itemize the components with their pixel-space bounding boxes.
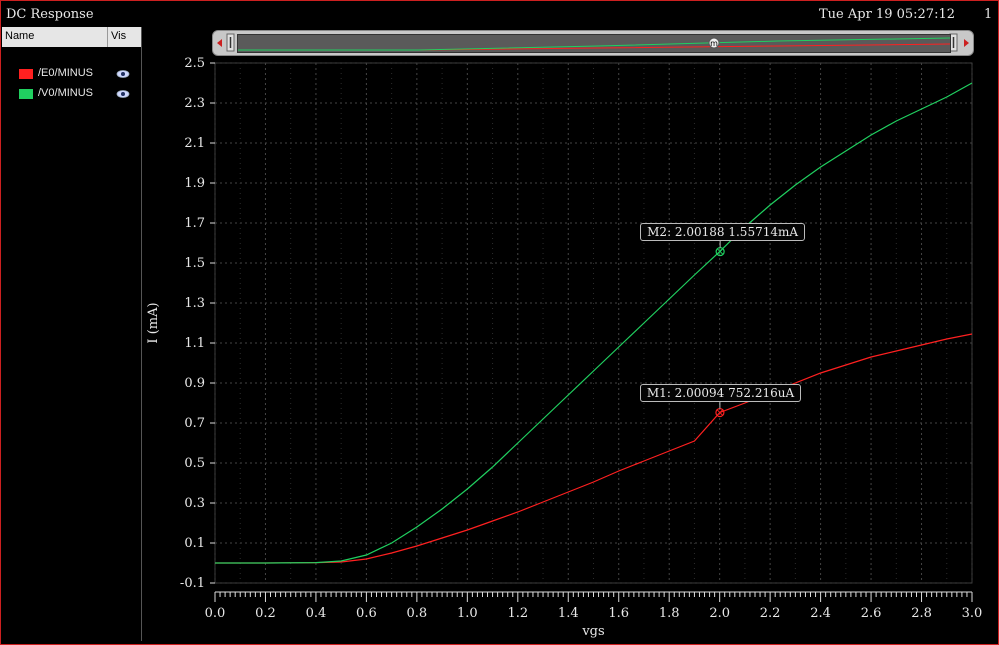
grid: [214, 62, 973, 584]
x-tick-label: 1.4: [558, 606, 579, 621]
y-tick-label: 1.1: [184, 336, 205, 351]
y-tick-label: 1.3: [184, 296, 205, 311]
y-tick-label: 0.7: [184, 416, 205, 431]
y-tick-label: 0.3: [184, 496, 205, 511]
x-axis-label: vgs: [581, 624, 604, 639]
y-tick-label: 1.9: [184, 176, 205, 191]
x-tick-label: 1.0: [457, 606, 478, 621]
y-tick-label: -0.1: [180, 576, 205, 591]
x-tick-label: 0.4: [306, 606, 327, 621]
x-tick-label: 2.8: [911, 606, 932, 621]
y-tick-label: 2.5: [184, 56, 205, 71]
x-tick-label: 2.2: [760, 606, 781, 621]
x-tick-label: 0.0: [205, 606, 226, 621]
y-tick-label: 0.5: [184, 456, 205, 471]
y-tick-label: 0.1: [184, 536, 205, 551]
y-tick-label: 1.7: [184, 216, 205, 231]
y-tick-label: 2.3: [184, 96, 205, 111]
marker-label-0[interactable]: M1: 2.00094 752.216uA: [639, 383, 802, 402]
x-tick-label: 2.6: [861, 606, 882, 621]
x-tick-label: 1.6: [608, 606, 629, 621]
x-tick-label: 2.0: [709, 606, 730, 621]
x-tick-label: 1.8: [659, 606, 680, 621]
y-tick-label: 0.9: [184, 376, 205, 391]
x-tick-label: 0.2: [255, 606, 276, 621]
y-tick-label: 1.5: [184, 256, 205, 271]
y-tick-label: 2.1: [184, 136, 205, 151]
x-tick-label: 3.0: [962, 606, 983, 621]
chart[interactable]: -0.1 0.1 0.3 0.5 0.7 0.9 1.1 1.3 1.5 1.7 1.9 2.1 2.3…: [0, 0, 999, 645]
x-tick-label: 0.8: [407, 606, 428, 621]
x-tick-label: 0.6: [356, 606, 377, 621]
y-axis-label: I (mA): [146, 302, 161, 343]
x-tick-label: 1.2: [507, 606, 528, 621]
marker-label-1[interactable]: M2: 2.00188 1.55714mA: [640, 222, 806, 241]
x-tick-label: 2.4: [810, 606, 831, 621]
